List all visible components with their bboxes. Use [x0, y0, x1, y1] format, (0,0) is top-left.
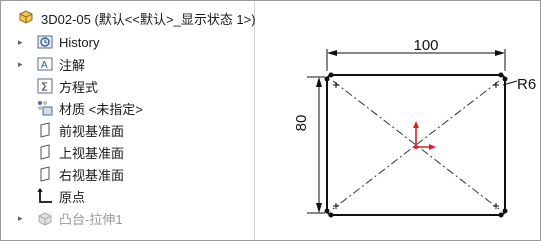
dimension-radius[interactable]: R6 [517, 76, 536, 93]
feature-manager-tree: 3D02-05 (默认<<默认>_显示状态 1>) ▸ History ▸ A [1, 1, 256, 240]
graphics-area[interactable]: 100 80 R6 [255, 1, 540, 240]
tree-item-equations[interactable]: Σ 方程式 [1, 75, 254, 97]
solidworks-window: 3D02-05 (默认<<默认>_显示状态 1>) ▸ History ▸ A [0, 0, 541, 241]
tree-item-origin[interactable]: 原点 [1, 185, 254, 207]
history-icon [36, 33, 54, 51]
expand-arrow-icon[interactable]: ▸ [18, 59, 23, 70]
plane-icon [36, 121, 54, 139]
part-icon [17, 8, 35, 26]
tree-item-label: 上视基准面 [59, 145, 125, 161]
plane-icon [36, 143, 54, 161]
tree-item-label: 注解 [59, 57, 86, 73]
sketch-point [498, 72, 504, 78]
svg-text:A: A [41, 60, 48, 71]
tree-item-history[interactable]: ▸ History [1, 31, 254, 53]
dimension-horizontal[interactable]: 100 [413, 37, 438, 54]
sketch-point [502, 208, 508, 214]
dim-arrow-left-icon [327, 50, 337, 56]
tree-item-top-plane[interactable]: 上视基准面 [1, 141, 254, 163]
tree-item-front-plane[interactable]: 前视基准面 [1, 119, 254, 141]
dim-arrow-up-icon [316, 77, 322, 87]
sketch-point [328, 212, 334, 218]
dim-arrow-right-icon [495, 50, 505, 56]
dimension-vertical[interactable]: 80 [293, 115, 310, 132]
tree-item-label: 材质 <未指定> [59, 101, 143, 117]
root-label: 3D02-05 (默认<<默认>_显示状态 1>) [41, 11, 256, 27]
origin-icon [36, 187, 54, 205]
plane-icon [36, 165, 54, 183]
annotation-icon: A [36, 55, 54, 73]
sketch-canvas[interactable]: 100 80 R6 [255, 1, 540, 240]
sketch-point [498, 212, 504, 218]
sketch-point [324, 76, 330, 82]
tree-item-material[interactable]: 材质 <未指定> [1, 97, 254, 119]
material-icon [36, 99, 54, 117]
expand-arrow-icon[interactable]: ▸ [18, 37, 23, 48]
dim-arrow-down-icon [316, 203, 322, 213]
tree-item-label: 方程式 [59, 79, 99, 95]
tree-item-right-plane[interactable]: 右视基准面 [1, 163, 254, 185]
origin-axes-icon[interactable] [413, 121, 436, 150]
sketch-point [328, 72, 334, 78]
svg-text:Σ: Σ [41, 81, 48, 94]
tree-item-label: 凸台-拉伸1 [59, 211, 123, 227]
tree-item-annotations[interactable]: ▸ A 注解 [1, 53, 254, 75]
tree-item-label: 原点 [59, 189, 86, 205]
equation-icon: Σ [36, 77, 54, 95]
extrude-icon [36, 209, 54, 227]
tree-item-label: 前视基准面 [59, 123, 125, 139]
sketch-point [324, 208, 330, 214]
tree-item-boss-extrude[interactable]: ▸ 凸台-拉伸1 [1, 207, 254, 229]
expand-arrow-icon[interactable]: ▸ [18, 213, 23, 224]
sketch-point [502, 76, 508, 82]
tree-item-label: History [59, 34, 100, 50]
tree-item-label: 右视基准面 [59, 167, 125, 183]
